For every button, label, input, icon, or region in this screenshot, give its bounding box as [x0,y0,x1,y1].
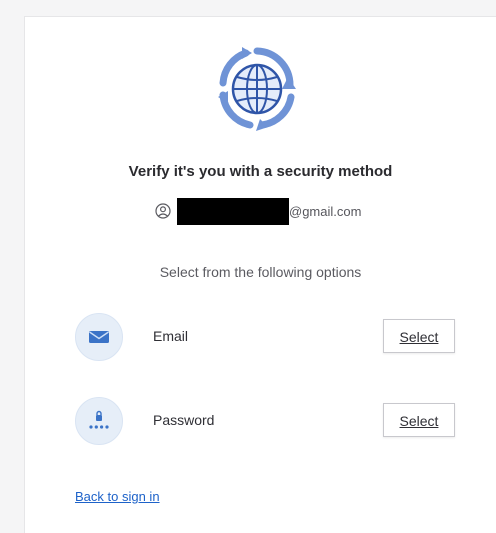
password-lock-icon [89,410,109,429]
page-title: Verify it's you with a security method [128,163,393,180]
select-password-button[interactable]: Select [383,403,455,437]
verification-card: Verify it's you with a security method @… [24,16,496,533]
password-icon-badge [75,397,123,445]
redacted-email-username [177,197,289,225]
email-domain: @gmail.com [289,203,362,219]
globe-sync-icon [218,47,296,131]
envelope-icon [89,331,109,343]
email-icon-badge [75,313,123,361]
option-password-label: Password [153,412,215,428]
options-instructions: Select from the following options [159,264,362,280]
select-email-button[interactable]: Select [383,319,455,353]
option-email-label: Email [153,328,189,344]
option-password: Password Select [75,397,455,447]
user-circle-icon [155,203,171,219]
account-identity: @gmail.com [155,197,362,225]
option-email: Email Select [75,313,455,363]
back-to-sign-in-link[interactable]: Back to sign in [75,489,160,504]
